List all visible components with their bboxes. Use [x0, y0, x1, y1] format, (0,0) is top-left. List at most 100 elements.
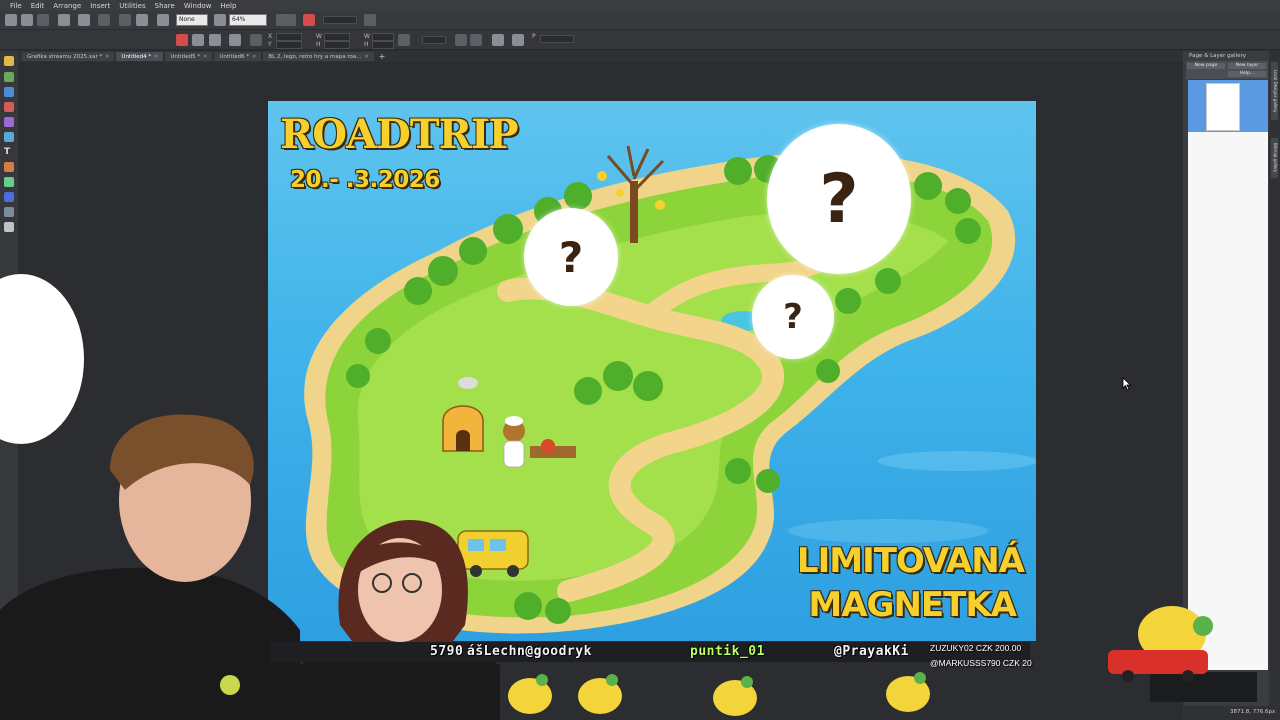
fill-tool-icon[interactable]: [4, 162, 14, 172]
tab-label: Grafika streamu 2025.xar *: [27, 53, 103, 60]
grid-icon[interactable]: [276, 14, 296, 26]
close-icon[interactable]: ✕: [364, 54, 368, 60]
tab-label: Untitled4 *: [121, 53, 152, 60]
shape-icon[interactable]: [209, 34, 221, 46]
page-field[interactable]: [323, 16, 357, 24]
gallery-button-area: New page New layer Help...: [1186, 61, 1268, 79]
menu-edit[interactable]: Edit: [31, 2, 45, 10]
mystery-circle-1[interactable]: ?: [524, 208, 618, 306]
panel-title: Page & Layer gallery: [1189, 53, 1247, 59]
transparency-tool-icon[interactable]: [4, 177, 14, 187]
copy-icon[interactable]: [58, 14, 70, 26]
lock-aspect-icon[interactable]: [398, 34, 410, 46]
close-icon[interactable]: ✕: [203, 54, 207, 60]
new-page-button[interactable]: New page: [1187, 63, 1225, 69]
w2-field[interactable]: [372, 33, 394, 41]
mouse-cursor-icon: [1122, 377, 1132, 391]
rotate-icon[interactable]: [229, 34, 241, 46]
document-tabs: Grafika streamu 2025.xar * ✕ Untitled4 * ✕…: [0, 51, 1183, 62]
zoom-tool-icon[interactable]: [4, 222, 14, 232]
bevel-tool-icon[interactable]: [4, 207, 14, 217]
angle-field[interactable]: [422, 36, 446, 44]
zoom-icon[interactable]: [214, 14, 226, 26]
snap-magnet-icon[interactable]: [303, 14, 315, 26]
tab-untitled4[interactable]: Untitled4 * ✕: [116, 52, 164, 61]
tab-label: Untitled5 *: [170, 53, 201, 60]
bitmap-gallery-tab[interactable]: Bitmap gallery: [1271, 138, 1278, 178]
local-designs-gallery-tab[interactable]: Local Designs gallery: [1271, 62, 1278, 120]
curve-icon[interactable]: [192, 34, 204, 46]
shape-tool-icon[interactable]: [4, 132, 14, 142]
ticker-user-right: @PrayakKi: [834, 644, 909, 659]
poster-title: ROADTRIP: [280, 111, 519, 158]
mystery-circle-3[interactable]: ?: [752, 275, 834, 359]
menu-help[interactable]: Help: [220, 2, 236, 10]
menu-window[interactable]: Window: [184, 2, 212, 10]
flip-horizontal-icon[interactable]: [455, 34, 467, 46]
y-field[interactable]: [276, 41, 302, 49]
h2-field[interactable]: [372, 41, 394, 49]
donation-line-2: @MARKUSSS790 CZK 20: [930, 658, 1032, 668]
close-icon[interactable]: ✕: [154, 54, 158, 60]
menu-arrange[interactable]: Arrange: [53, 2, 81, 10]
menu-utilities[interactable]: Utilities: [119, 2, 145, 10]
selector-tool-icon[interactable]: [4, 56, 14, 66]
add-tab-icon[interactable]: +: [379, 52, 386, 61]
tab-untitled6[interactable]: Untitled6 * ✕: [214, 52, 262, 61]
menu-bar: File Edit Arrange Insert Utilities Share…: [0, 0, 1280, 11]
transform-icon[interactable]: [492, 34, 504, 46]
ticker-user-left: ášLechn@goodryk: [467, 644, 592, 659]
new-document-icon[interactable]: [5, 14, 17, 26]
help-button[interactable]: Help...: [1228, 71, 1266, 77]
poster-bottom-line2: MAGNETKA: [808, 585, 1017, 625]
node-tool-icon[interactable]: [4, 72, 14, 82]
shadow-tool-icon[interactable]: [4, 192, 14, 202]
next-icon[interactable]: [364, 14, 376, 26]
menu-file[interactable]: File: [10, 2, 22, 10]
page-thumbnail[interactable]: [1206, 83, 1240, 131]
menu-share[interactable]: Share: [155, 2, 175, 10]
rectangle-tool-icon[interactable]: [176, 34, 188, 46]
open-icon[interactable]: [21, 14, 33, 26]
lemon-mascot-icon: [713, 676, 757, 716]
delete-icon[interactable]: [98, 14, 110, 26]
tab-label: Untitled6 *: [219, 53, 250, 60]
poster-bottom-line1: LIMITOVANÁ: [796, 541, 1025, 581]
tab-bl2-lego[interactable]: BL 2, lego, retro hry a mapa roa... ✕: [263, 52, 374, 61]
close-icon[interactable]: ✕: [105, 54, 109, 60]
brush-tool-icon[interactable]: [4, 117, 14, 127]
save-icon[interactable]: [37, 14, 49, 26]
h-field[interactable]: [324, 41, 350, 49]
w-field[interactable]: [324, 33, 350, 41]
tab-untitled5[interactable]: Untitled5 * ✕: [165, 52, 213, 61]
undo-icon[interactable]: [119, 14, 131, 26]
lemon-mascot-icon: [578, 674, 622, 714]
x-label: X: [268, 33, 273, 40]
quality-select[interactable]: None: [176, 14, 208, 26]
p-label: P: [532, 33, 536, 40]
stream-ticker-bar: [270, 642, 1030, 662]
flip-vertical-icon[interactable]: [470, 34, 482, 46]
ticker-prefix: 5790: [430, 644, 464, 659]
x-field[interactable]: [276, 33, 302, 41]
pen-tool-icon[interactable]: [4, 102, 14, 112]
ticker-user-mid: puntik_01: [690, 644, 765, 659]
lemon-mascot-icon: [508, 674, 552, 714]
y-label: Y: [268, 41, 272, 48]
tab-grafika-streamu[interactable]: Grafika streamu 2025.xar * ✕: [22, 52, 115, 61]
menu-insert[interactable]: Insert: [90, 2, 110, 10]
redo-icon[interactable]: [136, 14, 148, 26]
text-tool-icon[interactable]: T: [4, 147, 14, 157]
position-grid-icon[interactable]: [250, 34, 262, 46]
freehand-tool-icon[interactable]: [4, 87, 14, 97]
zoom-select[interactable]: 64%: [229, 14, 267, 26]
new-layer-button[interactable]: New layer: [1228, 63, 1266, 69]
paste-icon[interactable]: [78, 14, 90, 26]
poster-date: 20.- .3.2026: [290, 167, 440, 193]
main-toolbar: None 64%: [0, 11, 1280, 30]
zoom-tool-icon[interactable]: [157, 14, 169, 26]
mystery-circle-2[interactable]: ?: [767, 124, 911, 274]
property-field[interactable]: [540, 35, 574, 43]
close-icon[interactable]: ✕: [252, 54, 256, 60]
tag-icon[interactable]: [512, 34, 524, 46]
